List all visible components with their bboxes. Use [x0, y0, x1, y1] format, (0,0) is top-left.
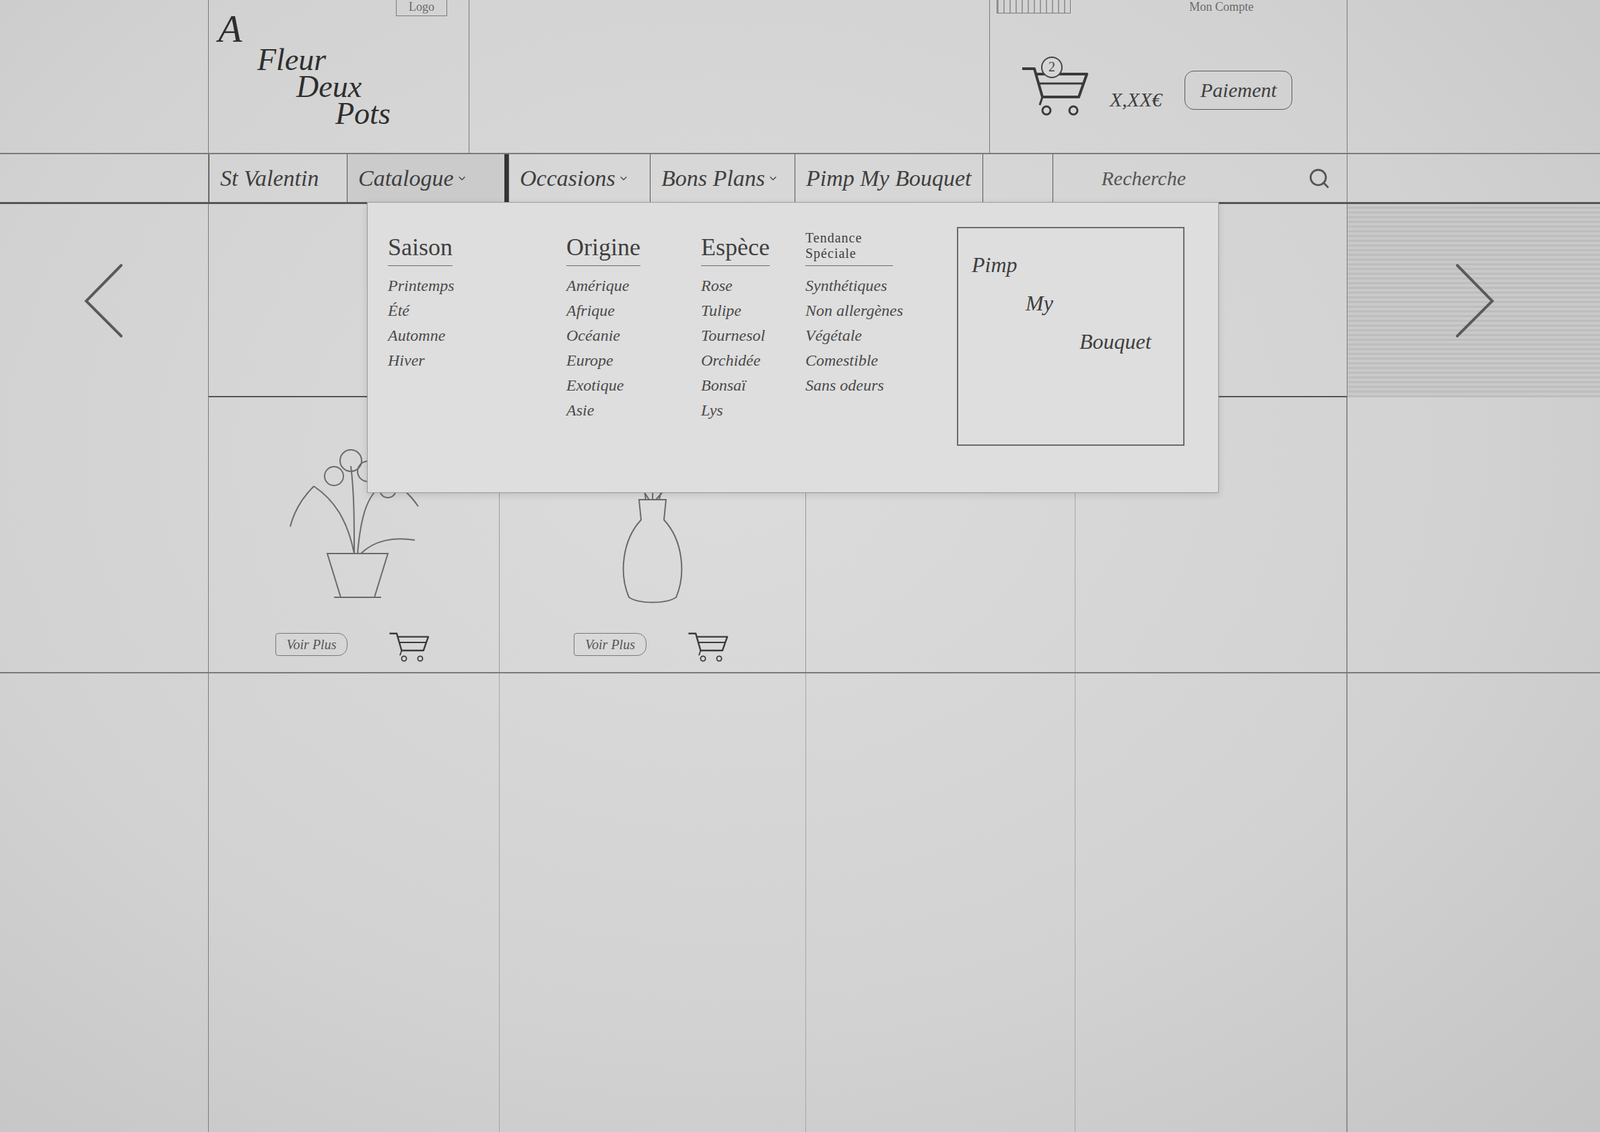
menu-item[interactable]: Sans odeurs [805, 376, 957, 395]
menu-item[interactable]: Bonsaï [701, 376, 806, 395]
right-margin [1346, 673, 1600, 1132]
right-margin [1346, 154, 1600, 203]
menu-title: Origine [566, 226, 641, 266]
menu-title: Tendance Spéciale [805, 226, 893, 266]
chevron-left-icon[interactable] [80, 261, 128, 340]
menu-item[interactable]: Hiver [387, 351, 567, 370]
right-margin [1346, 204, 1600, 398]
more-button[interactable]: Voir Plus [275, 632, 349, 656]
left-margin [0, 673, 209, 1132]
menu-column: Tendance Spéciale Synthétiques Non allergè… [805, 226, 957, 473]
left-margin [0, 154, 209, 203]
header: LogoAFleurDeuxPots Mon Compte 2 X,XX€ Paieme… [0, 0, 1600, 153]
grid-cell [806, 673, 1076, 1132]
account-link[interactable]: Mon Compte [1185, 0, 1258, 15]
menu-item[interactable]: Comestible [805, 351, 957, 370]
nav-item[interactable]: Catalogue [346, 154, 509, 203]
nav-row: St ValentinCatalogueOccasionsBons PlansP… [0, 152, 1600, 205]
menu-item[interactable]: Non allergènes [805, 301, 957, 320]
menu-column: Espèce Rose Tulipe Tournesol Orchidée Bonsaï L… [701, 226, 806, 473]
grid-cell [499, 673, 807, 1132]
search-icon[interactable] [1307, 167, 1331, 190]
search-input[interactable] [1100, 166, 1309, 191]
menu-item[interactable]: Europe [566, 351, 702, 370]
nav-item[interactable]: Pimp My Bouquet [794, 154, 983, 203]
menu-item[interactable]: Lys [701, 401, 806, 420]
promo-text: Bouquet [1079, 329, 1170, 355]
card-actions: Voir Plus [573, 626, 732, 663]
left-margin [0, 204, 209, 398]
menu-item[interactable]: Tulipe [701, 301, 806, 320]
menu-item[interactable]: Orchidée [701, 351, 806, 370]
more-button[interactable]: Voir Plus [573, 632, 647, 656]
empty-grid-row [0, 673, 1600, 1132]
right-margin [1346, 397, 1600, 673]
menu-item[interactable]: Afrique [566, 301, 702, 320]
right-margin [1346, 0, 1600, 153]
cart-count-badge: 2 [1041, 56, 1063, 79]
nav-bar: St ValentinCatalogueOccasionsBons PlansP… [208, 154, 1347, 203]
menu-item[interactable]: Automne [387, 326, 567, 345]
logo-text: A [218, 9, 469, 49]
chevron-right-icon[interactable] [1450, 261, 1498, 340]
add-to-cart-icon[interactable] [387, 626, 433, 663]
pay-button[interactable]: Paiement [1184, 70, 1292, 110]
menu-item[interactable]: Végétale [805, 326, 957, 345]
cart-total: X,XX€ [1109, 88, 1162, 112]
menu-columns: Saison Printemps Été Automne Hiver Origine Amé… [387, 226, 957, 473]
add-to-cart-icon[interactable] [686, 626, 732, 663]
menu-item[interactable]: Été [387, 301, 567, 320]
menu-item[interactable]: Rose [701, 276, 806, 295]
chevron-down-icon [767, 173, 779, 184]
menu-column: Saison Printemps Été Automne Hiver [387, 226, 567, 473]
menu-item[interactable]: Amérique [566, 276, 702, 295]
header-spacer [469, 0, 990, 153]
menu-item[interactable]: Synthétiques [805, 276, 957, 295]
menu-title: Espèce [701, 226, 770, 266]
menu-item[interactable]: Océanie [566, 326, 702, 345]
vase-icon [608, 472, 697, 608]
header-actions: Mon Compte 2 X,XX€ Paiement [989, 0, 1347, 153]
grid-cell [1075, 673, 1347, 1132]
grid-cell [208, 673, 500, 1132]
header-inner: LogoAFleurDeuxPots Mon Compte 2 X,XX€ Paieme… [208, 0, 1347, 153]
promo-text: My [1025, 290, 1170, 316]
nav-item[interactable]: Occasions [508, 154, 650, 203]
nav-blank [982, 154, 1054, 203]
nav-item[interactable]: St Valentin [208, 154, 347, 203]
left-margin [0, 397, 209, 673]
left-margin [0, 0, 209, 153]
logo-text: Pots [335, 98, 469, 130]
logo-tag: Logo [395, 0, 448, 17]
empty-grid [208, 673, 1347, 1132]
promo-text: Pimp [971, 252, 1170, 278]
catalogue-menu: Saison Printemps Été Automne Hiver Origine Amé… [367, 202, 1219, 493]
menu-column: Origine Amérique Afrique Océanie Europe Exoti… [566, 226, 702, 473]
menu-title: Saison [387, 226, 453, 266]
language-mark [996, 0, 1071, 14]
menu-item[interactable]: Tournesol [701, 326, 806, 345]
promo-box[interactable]: Pimp My Bouquet [956, 226, 1185, 446]
logo-text: Fleur [257, 44, 469, 76]
card-actions: Voir Plus [275, 626, 433, 663]
menu-item[interactable]: Asie [566, 401, 702, 420]
search-bar [1053, 154, 1348, 203]
chevron-down-icon [618, 173, 629, 184]
cart[interactable]: 2 [1019, 56, 1098, 124]
nav-item[interactable]: Bons Plans [649, 154, 795, 203]
menu-item[interactable]: Printemps [387, 276, 567, 295]
chevron-down-icon [456, 173, 468, 184]
menu-item[interactable]: Exotique [566, 376, 702, 395]
logo[interactable]: LogoAFleurDeuxPots [208, 0, 470, 153]
page: LogoAFleurDeuxPots Mon Compte 2 X,XX€ Paieme… [0, 0, 1600, 1132]
